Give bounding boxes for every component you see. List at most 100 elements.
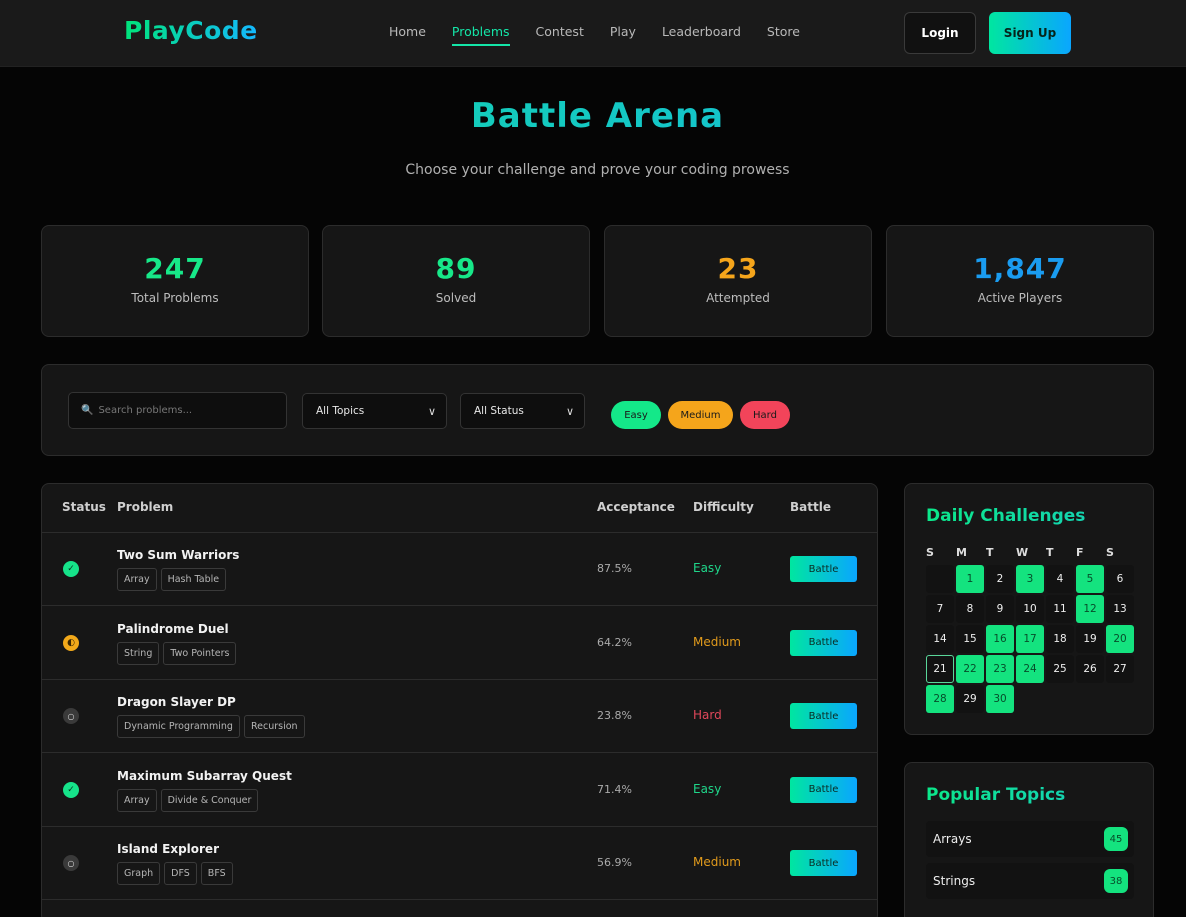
stat-value: 1,847 [973,252,1067,285]
calendar-day[interactable]: 8 [956,595,984,623]
topic-count-badge: 38 [1104,869,1128,893]
nav-link-home[interactable]: Home [389,24,426,46]
acceptance-rate: 71.4% [597,782,632,796]
problem-title[interactable]: Palindrome Duel [117,622,229,636]
table-row[interactable]: ✓ Two Sum Warriors Array Hash Table 87.5% Eas… [42,533,877,606]
tag-chip[interactable]: BFS [200,862,233,885]
nav-link-play[interactable]: Play [610,24,636,46]
calendar-day[interactable]: 9 [986,595,1014,623]
login-button[interactable]: Login [904,12,976,54]
problem-title[interactable]: Dragon Slayer DP [117,695,236,709]
difficulty-pill-easy[interactable]: Easy [611,401,661,429]
calendar-day[interactable]: 23 [986,655,1014,683]
calendar-day[interactable]: 18 [1046,625,1074,653]
search-input[interactable] [98,405,279,416]
difficulty-pill-medium[interactable]: Medium [668,401,733,429]
calendar-day[interactable]: 7 [926,595,954,623]
battle-button[interactable]: Battle [790,703,857,729]
table-row[interactable]: ✓ Maximum Subarray Quest Array Divide & Con… [42,754,877,827]
difficulty-pill-hard[interactable]: Hard [740,401,790,429]
calendar-day[interactable]: 19 [1076,625,1104,653]
acceptance-rate: 56.9% [597,856,632,869]
header-difficulty: Difficulty [693,500,754,514]
calendar-day[interactable]: 20 [1106,625,1134,653]
calendar-day[interactable]: 25 [1046,655,1074,683]
calendar-day[interactable]: 2 [986,565,1014,593]
calendar-day[interactable]: 28 [926,685,954,713]
calendar-day[interactable]: 16 [986,625,1014,653]
problem-title[interactable]: Two Sum Warriors [117,548,239,562]
calendar-day[interactable]: 12 [1076,595,1104,623]
difficulty-label: Hard [693,708,722,722]
search-box[interactable]: 🔍 [68,392,287,429]
chevron-down-icon: ∨ [565,404,574,418]
battle-button[interactable]: Battle [790,629,857,656]
popular-topics-panel: Popular Topics Arrays 45 Strings 38 [904,762,1154,917]
calendar-day[interactable]: 29 [956,685,984,713]
calendar-day[interactable]: 15 [956,625,984,653]
status-solved-icon: ✓ [63,561,79,577]
battle-button[interactable]: Battle [790,776,857,803]
calendar-day[interactable]: 6 [1106,565,1134,593]
problem-title[interactable]: Maximum Subarray Quest [117,769,292,783]
calendar-day[interactable]: 14 [926,625,954,653]
calendar-weekdays: S M T W T F S [926,546,1136,559]
nav-link-contest[interactable]: Contest [536,24,584,46]
signup-button[interactable]: Sign Up [989,12,1071,54]
daily-challenges-panel: Daily Challenges S M T W T F S 123456789… [904,483,1154,735]
calendar-day[interactable]: 1 [956,565,984,593]
table-row[interactable]: ○ Dragon Slayer DP Dynamic Programming Recu… [42,680,877,753]
nav-link-problems[interactable]: Problems [451,24,510,46]
calendar-day[interactable]: 26 [1076,655,1104,683]
status-solved-icon: ✓ [63,781,79,798]
stat-value: 23 [717,252,759,285]
acceptance-rate: 23.8% [597,709,632,722]
header-problem: Problem [117,500,174,514]
tag-chip[interactable]: DFS [164,862,197,885]
nav-link-leaderboard[interactable]: Leaderboard [662,24,741,46]
tag-chip[interactable]: Array [117,568,157,591]
status-none-icon: ○ [63,708,79,724]
calendar-day[interactable]: 3 [1016,565,1044,593]
nav-link-store[interactable]: Store [767,24,800,46]
tag-list: Dynamic Programming Recursion [117,715,305,738]
stat-card-attempted: 23 Attempted [604,225,872,337]
calendar-day[interactable]: 11 [1046,595,1074,623]
calendar-day[interactable]: 5 [1076,565,1104,593]
table-header: Status Problem Acceptance Difficulty Bat… [42,484,877,533]
topic-item[interactable]: Arrays 45 [926,821,1134,857]
topics-select[interactable]: All Topics ∨ [302,393,447,429]
calendar-day[interactable]: 13 [1106,595,1134,623]
calendar-day[interactable]: 30 [986,685,1014,713]
status-select-value: All Status [474,405,524,417]
stat-label: Attempted [706,291,770,305]
battle-button[interactable]: Battle [790,850,857,876]
problem-title[interactable]: Island Explorer [117,842,219,856]
filter-bar: 🔍 All Topics ∨ All Status ∨ Easy Medium … [41,364,1154,456]
tag-chip[interactable]: Dynamic Programming [117,715,240,738]
calendar-day[interactable]: 10 [1016,595,1044,623]
weekday: T [986,546,994,559]
table-row[interactable]: ◐ Palindrome Duel String Two Pointers 64.2% M… [42,607,877,680]
calendar-day[interactable]: 22 [956,655,984,683]
tag-chip[interactable]: Two Pointers [163,641,237,665]
calendar-day[interactable]: 4 [1046,565,1074,593]
table-row[interactable]: ○ Island Explorer Graph DFS BFS 56.9% Medium Ba… [42,827,877,900]
tag-chip[interactable]: Recursion [243,715,305,738]
logo[interactable]: PlayCode [124,16,258,45]
calendar-grid: 1 2 3 4 5 6 7 8 9 10 11 12 13 14 15 16 17 18 19 20 21 22 23 24 2… [926,565,1134,713]
calendar-day[interactable]: 21 [926,655,954,683]
status-select[interactable]: All Status ∨ [460,393,585,429]
tag-chip[interactable]: Array [117,788,157,812]
stat-value: 89 [435,252,477,285]
calendar-day[interactable]: 17 [1016,625,1044,653]
tag-chip[interactable]: Divide & Conquer [160,788,259,812]
calendar-day[interactable]: 24 [1016,655,1044,683]
tag-chip[interactable]: String [117,641,160,665]
daily-challenges-title: Daily Challenges [926,506,1086,526]
battle-button[interactable]: Battle [790,556,857,582]
tag-chip[interactable]: Hash Table [160,568,227,591]
topic-item[interactable]: Strings 38 [926,863,1134,899]
tag-chip[interactable]: Graph [117,862,161,885]
calendar-day[interactable]: 27 [1106,655,1134,683]
